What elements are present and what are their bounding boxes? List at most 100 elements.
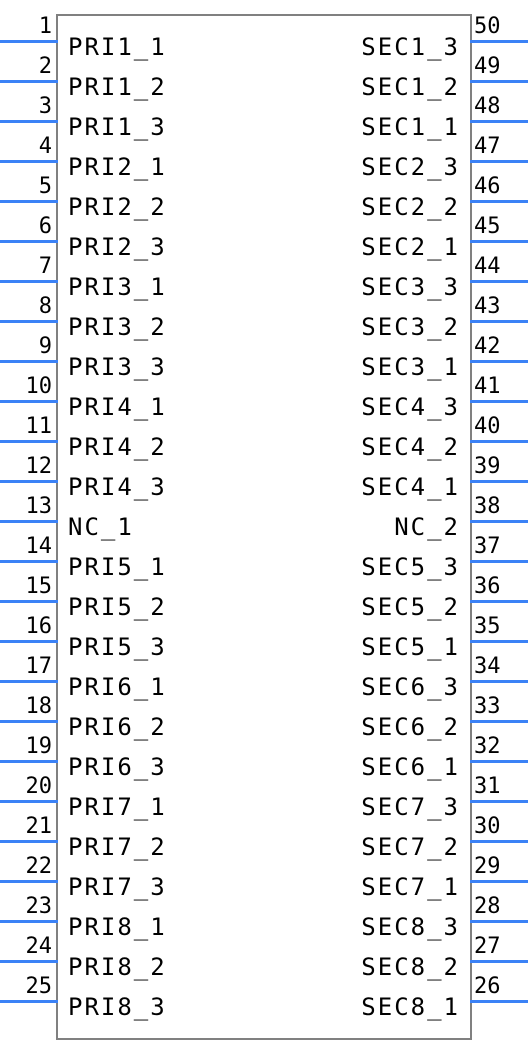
pin-label-34: SEC6_3 bbox=[280, 675, 460, 699]
pin-label-48: SEC1_1 bbox=[280, 115, 460, 139]
pin-label-3: PRI1_3 bbox=[68, 115, 248, 139]
pin-label-40: SEC4_2 bbox=[280, 435, 460, 459]
pin-line-18 bbox=[0, 720, 58, 723]
pin-label-42: SEC3_1 bbox=[280, 355, 460, 379]
pin-number-3: 3 bbox=[0, 96, 52, 118]
pin-line-41 bbox=[470, 400, 528, 403]
pin-number-49: 49 bbox=[474, 56, 526, 78]
pin-number-25: 25 bbox=[0, 976, 52, 998]
pin-line-23 bbox=[0, 920, 58, 923]
pin-line-31 bbox=[470, 800, 528, 803]
pin-line-44 bbox=[470, 280, 528, 283]
pin-label-17: PRI6_1 bbox=[68, 675, 248, 699]
pin-number-47: 47 bbox=[474, 136, 526, 158]
pin-number-5: 5 bbox=[0, 176, 52, 198]
pin-label-12: PRI4_3 bbox=[68, 475, 248, 499]
pin-number-32: 32 bbox=[474, 736, 526, 758]
pin-label-6: PRI2_3 bbox=[68, 235, 248, 259]
pin-number-36: 36 bbox=[474, 576, 526, 598]
pin-line-33 bbox=[470, 720, 528, 723]
pin-number-30: 30 bbox=[474, 816, 526, 838]
pin-line-20 bbox=[0, 800, 58, 803]
pin-number-19: 19 bbox=[0, 736, 52, 758]
pin-number-45: 45 bbox=[474, 216, 526, 238]
pin-line-12 bbox=[0, 480, 58, 483]
pin-label-1: PRI1_1 bbox=[68, 35, 248, 59]
pin-line-22 bbox=[0, 880, 58, 883]
pin-number-44: 44 bbox=[474, 256, 526, 278]
pin-label-28: SEC8_3 bbox=[280, 915, 460, 939]
pin-label-22: PRI7_3 bbox=[68, 875, 248, 899]
pin-line-46 bbox=[470, 200, 528, 203]
pin-label-21: PRI7_2 bbox=[68, 835, 248, 859]
pin-line-49 bbox=[470, 80, 528, 83]
pin-label-50: SEC1_3 bbox=[280, 35, 460, 59]
pin-label-2: PRI1_2 bbox=[68, 75, 248, 99]
pin-line-4 bbox=[0, 160, 58, 163]
pin-number-24: 24 bbox=[0, 936, 52, 958]
pin-line-6 bbox=[0, 240, 58, 243]
pin-number-37: 37 bbox=[474, 536, 526, 558]
pin-label-7: PRI3_1 bbox=[68, 275, 248, 299]
pin-label-19: PRI6_3 bbox=[68, 755, 248, 779]
pin-number-12: 12 bbox=[0, 456, 52, 478]
pin-line-5 bbox=[0, 200, 58, 203]
pin-number-35: 35 bbox=[474, 616, 526, 638]
pin-line-19 bbox=[0, 760, 58, 763]
pin-line-15 bbox=[0, 600, 58, 603]
schematic-symbol: 1PRI1_12PRI1_23PRI1_34PRI2_15PRI2_26PRI2… bbox=[0, 0, 528, 1052]
pin-label-8: PRI3_2 bbox=[68, 315, 248, 339]
pin-number-31: 31 bbox=[474, 776, 526, 798]
pin-number-13: 13 bbox=[0, 496, 52, 518]
pin-number-15: 15 bbox=[0, 576, 52, 598]
pin-number-33: 33 bbox=[474, 696, 526, 718]
pin-label-16: PRI5_3 bbox=[68, 635, 248, 659]
pin-line-48 bbox=[470, 120, 528, 123]
pin-number-39: 39 bbox=[474, 456, 526, 478]
pin-label-9: PRI3_3 bbox=[68, 355, 248, 379]
pin-label-43: SEC3_2 bbox=[280, 315, 460, 339]
pin-line-37 bbox=[470, 560, 528, 563]
pin-number-28: 28 bbox=[474, 896, 526, 918]
pin-line-25 bbox=[0, 1000, 58, 1003]
pin-label-49: SEC1_2 bbox=[280, 75, 460, 99]
pin-line-47 bbox=[470, 160, 528, 163]
pin-number-43: 43 bbox=[474, 296, 526, 318]
pin-number-23: 23 bbox=[0, 896, 52, 918]
pin-line-42 bbox=[470, 360, 528, 363]
pin-label-23: PRI8_1 bbox=[68, 915, 248, 939]
pin-number-29: 29 bbox=[474, 856, 526, 878]
pin-label-13: NC_1 bbox=[68, 515, 248, 539]
pin-line-43 bbox=[470, 320, 528, 323]
pin-label-4: PRI2_1 bbox=[68, 155, 248, 179]
pin-label-33: SEC6_2 bbox=[280, 715, 460, 739]
pin-line-27 bbox=[470, 960, 528, 963]
pin-number-21: 21 bbox=[0, 816, 52, 838]
pin-line-1 bbox=[0, 40, 58, 43]
pin-number-41: 41 bbox=[474, 376, 526, 398]
pin-label-27: SEC8_2 bbox=[280, 955, 460, 979]
pin-label-5: PRI2_2 bbox=[68, 195, 248, 219]
pin-number-27: 27 bbox=[474, 936, 526, 958]
pin-number-20: 20 bbox=[0, 776, 52, 798]
pin-label-29: SEC7_1 bbox=[280, 875, 460, 899]
pin-line-38 bbox=[470, 520, 528, 523]
pin-line-11 bbox=[0, 440, 58, 443]
pin-line-28 bbox=[470, 920, 528, 923]
pin-line-8 bbox=[0, 320, 58, 323]
pin-label-41: SEC4_3 bbox=[280, 395, 460, 419]
pin-number-40: 40 bbox=[474, 416, 526, 438]
pin-line-16 bbox=[0, 640, 58, 643]
pin-label-46: SEC2_2 bbox=[280, 195, 460, 219]
pin-label-20: PRI7_1 bbox=[68, 795, 248, 819]
pin-line-7 bbox=[0, 280, 58, 283]
pin-label-14: PRI5_1 bbox=[68, 555, 248, 579]
pin-label-37: SEC5_3 bbox=[280, 555, 460, 579]
pin-label-24: PRI8_2 bbox=[68, 955, 248, 979]
pin-number-48: 48 bbox=[474, 96, 526, 118]
pin-line-13 bbox=[0, 520, 58, 523]
pin-line-30 bbox=[470, 840, 528, 843]
pin-label-45: SEC2_1 bbox=[280, 235, 460, 259]
pin-number-22: 22 bbox=[0, 856, 52, 878]
pin-line-17 bbox=[0, 680, 58, 683]
